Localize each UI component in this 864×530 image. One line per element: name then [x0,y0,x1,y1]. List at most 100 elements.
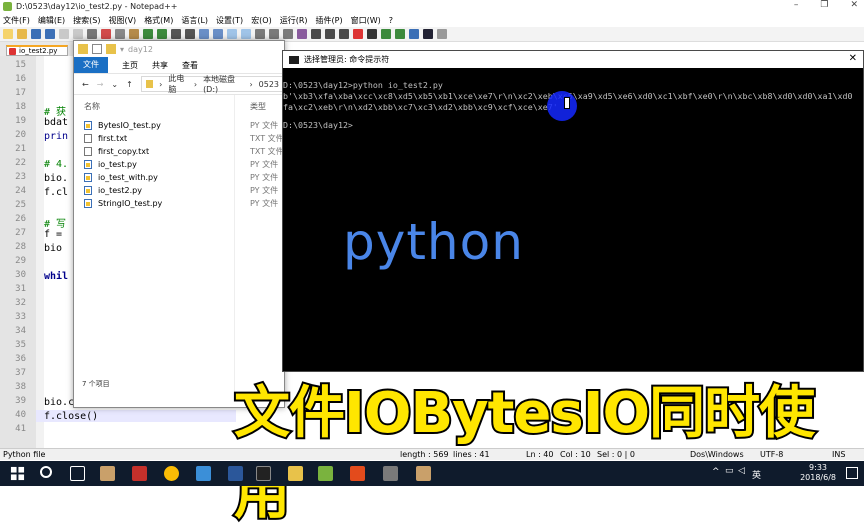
redo-icon[interactable] [157,29,167,39]
close-icon[interactable]: ✕ [850,0,858,10]
ime-indicator[interactable]: 英 [752,468,761,481]
stop-macro-icon[interactable] [367,29,377,39]
ribbon-tab-file[interactable]: 文件 [74,57,108,73]
breadcrumb-0523[interactable]: 0523 [259,80,279,89]
menu-settings[interactable]: 设置(T) [216,15,243,26]
minimize-icon[interactable]: – [794,0,799,10]
show-all-icon[interactable] [269,29,279,39]
file-row[interactable]: io_test2.py PY 文件 [84,184,284,196]
menu-plugins[interactable]: 插件(P) [316,15,343,26]
file-row[interactable]: StringIO_test.py PY 文件 [84,197,284,209]
print-icon[interactable] [87,29,97,39]
maximize-icon[interactable]: ❐ [820,0,828,10]
column-header-type[interactable]: 类型 [250,101,266,112]
doc-map-icon[interactable] [311,29,321,39]
column-header-name[interactable]: 名称 [84,102,100,111]
menu-format[interactable]: 格式(M) [144,15,173,26]
windows-start-icon[interactable] [10,466,25,481]
text-file-icon [84,133,92,143]
close-file-icon[interactable] [59,29,69,39]
file-row[interactable]: io_test_with.py PY 文件 [84,171,284,183]
sync-v-icon[interactable] [227,29,237,39]
menu-run[interactable]: 运行(R) [280,15,308,26]
chrome-icon[interactable] [164,466,179,481]
console-prompt[interactable]: D:\0523\day12> [283,120,353,130]
volume-icon[interactable]: ◁ [738,466,745,476]
clock-date: 2018/6/8 [800,473,836,482]
ribbon-tab-view[interactable]: 查看 [182,60,198,71]
new-file-icon[interactable] [3,29,13,39]
sync-h-icon[interactable] [241,29,251,39]
file-list: 名称 类型 BytesIO_test.py PY 文件 first.txt TXT 文… [74,95,286,395]
tab-io-test2[interactable]: io_test2.py [6,45,68,56]
menu-macro[interactable]: 宏(O) [251,15,272,26]
ribbon-tab-share[interactable]: 共享 [152,60,168,71]
chevron-down-icon[interactable]: ▾ [120,45,124,54]
zoom-out-icon[interactable] [213,29,223,39]
play-macro-icon[interactable] [381,29,391,39]
new-folder-icon[interactable] [106,44,116,54]
file-row[interactable]: first_copy.txt TXT 文件 [84,145,284,157]
save-icon[interactable] [31,29,41,39]
notification-icon[interactable] [846,467,858,479]
menu-search[interactable]: 搜索(S) [73,15,100,26]
save-all-icon[interactable] [45,29,55,39]
word-icon[interactable] [228,466,243,481]
network-icon[interactable]: ▭ [725,466,734,476]
plugin-icon[interactable] [437,29,447,39]
notepadpp-taskbar-icon[interactable] [318,466,333,481]
ribbon-tab-home[interactable]: 主页 [122,60,138,71]
paste-icon[interactable] [129,29,139,39]
indent-guide-icon[interactable] [283,29,293,39]
close-icon[interactable]: ✕ [849,53,857,64]
menu-window[interactable]: 窗口(W) [351,15,381,26]
file-row[interactable]: BytesIO_test.py PY 文件 [84,119,284,131]
fold-margin[interactable] [36,56,44,448]
undo-icon[interactable] [143,29,153,39]
zoom-in-icon[interactable] [199,29,209,39]
file-row[interactable]: io_test.py PY 文件 [84,158,284,170]
app-icon-blue[interactable] [196,466,211,481]
open-file-icon[interactable] [17,29,27,39]
up-arrow-icon[interactable]: ↑ [126,80,133,89]
app-icon-tan[interactable] [416,466,431,481]
folder-workspace-icon[interactable] [339,29,349,39]
ds-plugin-icon[interactable] [423,29,433,39]
record-macro-icon[interactable] [353,29,363,39]
cmd-taskbar-icon[interactable] [256,466,271,481]
properties-icon[interactable] [92,44,102,54]
run-macro-icon[interactable] [395,29,405,39]
lang-icon[interactable] [297,29,307,39]
file-explorer-icon[interactable] [288,466,303,481]
replace-icon[interactable] [185,29,195,39]
app-icon-red[interactable] [132,466,147,481]
folder-icon [78,44,88,54]
file-row[interactable]: first.txt TXT 文件 [84,132,284,144]
tray-chevron-icon[interactable]: ^ [712,467,720,477]
menu-file[interactable]: 文件(F) [3,15,30,26]
breadcrumb-this-pc[interactable]: 此电脑 [168,73,188,95]
save-macro-icon[interactable] [409,29,419,39]
func-list-icon[interactable] [325,29,335,39]
menu-language[interactable]: 语言(L) [181,15,208,26]
app-icon-gray[interactable] [383,466,398,481]
recent-chevron-icon[interactable]: ⌄ [111,80,118,89]
close-all-icon[interactable] [73,29,83,39]
copy-icon[interactable] [115,29,125,39]
app-icon-orange[interactable] [350,466,365,481]
find-icon[interactable] [171,29,181,39]
breadcrumb-disk-d[interactable]: 本地磁盘 (D:) [203,74,243,94]
address-bar[interactable]: › 此电脑 › 本地磁盘 (D:) › 0523 [140,73,284,95]
wrap-icon[interactable] [255,29,265,39]
menu-help[interactable]: ? [389,16,393,25]
cut-icon[interactable] [101,29,111,39]
forward-arrow-icon[interactable]: → [97,80,104,89]
paint-icon[interactable] [100,466,115,481]
menu-view[interactable]: 视图(V) [108,15,136,26]
clock[interactable]: 9:33 2018/6/8 [800,463,836,483]
back-arrow-icon[interactable]: ← [82,80,89,89]
line-number: 27 [15,228,26,238]
search-icon[interactable] [40,466,52,478]
menu-edit[interactable]: 编辑(E) [38,15,65,26]
task-view-icon[interactable] [70,466,85,481]
